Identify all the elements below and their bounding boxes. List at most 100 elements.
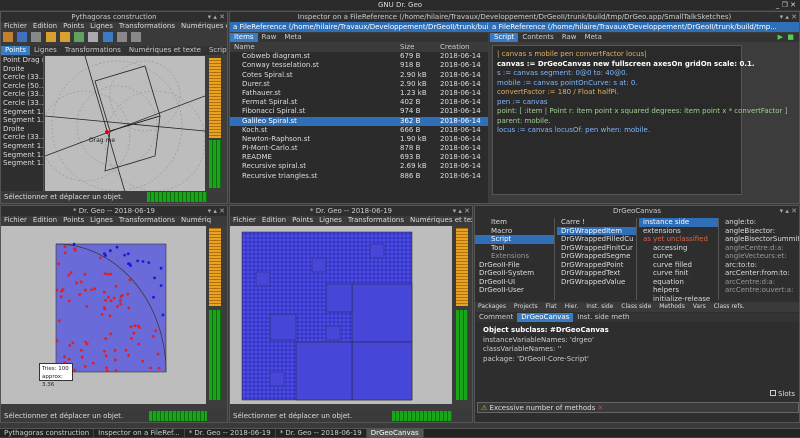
package-item[interactable]: DrGeoII-User (475, 286, 554, 295)
table-row[interactable]: Fermat Spiral.st 402 B 2018-06-14 (230, 98, 488, 107)
scroll-indicator-orange[interactable] (456, 228, 468, 306)
scroll-indicator-orange[interactable] (209, 228, 221, 306)
method-item[interactable]: arc:to:to: (721, 261, 799, 270)
tab-script[interactable]: Script (205, 46, 227, 55)
protocol-item[interactable]: extensions (639, 227, 718, 236)
toolbar-flat[interactable]: Flat (543, 303, 560, 310)
zoom-slider[interactable] (147, 192, 207, 202)
tab-comment[interactable]: Comment (475, 313, 517, 322)
list-item[interactable]: Cercle (33.. (1, 133, 43, 142)
squares-canvas[interactable] (230, 226, 452, 404)
package-item[interactable]: DrGeoII-UI (475, 278, 554, 287)
list-item[interactable]: Droite (1, 65, 43, 74)
save-icon[interactable] (17, 32, 28, 42)
table-row[interactable]: Newton-Raphson.st 1.90 kB 2018-06-14 (230, 135, 488, 144)
table-row[interactable]: PI-Mont-Carlo.st 878 B 2018-06-14 (230, 144, 488, 153)
list-item[interactable]: Segment 1.. (1, 142, 43, 151)
table-row[interactable]: Cobweb diagram.st 679 B 2018-06-14 (230, 52, 488, 61)
menu-numeriques[interactable]: Numériques et texte (407, 216, 472, 224)
protocol-item[interactable]: curve (639, 252, 718, 261)
table-row[interactable]: README 693 B 2018-06-14 (230, 153, 488, 162)
menu-fichier[interactable]: Fichier (230, 216, 259, 224)
class-item[interactable]: DrGWrappedValue (557, 278, 636, 287)
grid-icon[interactable] (74, 32, 85, 42)
tab-lignes[interactable]: Lignes (30, 46, 61, 55)
tab-meta-right[interactable]: Meta (581, 33, 606, 42)
package-item[interactable]: Macro (475, 227, 554, 236)
menu-points[interactable]: Points (60, 22, 87, 30)
select-icon[interactable] (102, 32, 113, 42)
table-row[interactable]: Galileo Spiral.st 362 B 2018-06-14 (230, 116, 488, 126)
path-right[interactable]: a FileReference (/home/hilaire/Travaux/D… (492, 22, 797, 32)
table-row[interactable]: Durer.st 2.90 kB 2018-06-14 (230, 80, 488, 89)
zoom-slider[interactable] (392, 411, 452, 421)
menu-lignes[interactable]: Lignes (87, 216, 116, 224)
tab-meta[interactable]: Meta (280, 33, 305, 42)
list-item[interactable]: Segment 1.. (1, 151, 43, 160)
open-icon[interactable] (3, 32, 13, 42)
tab-drgeocanvas[interactable]: DrGeoCanvas (517, 313, 574, 322)
list-item[interactable]: Droite (1, 125, 43, 134)
menu-numeriques[interactable]: Numériques et tex (178, 22, 227, 30)
package-item[interactable]: DrGeoII-File (475, 261, 554, 270)
menu-points[interactable]: Points (289, 216, 316, 224)
scroll-indicator-green[interactable] (456, 310, 468, 400)
zoom-slider[interactable] (149, 411, 207, 421)
method-item[interactable]: arcCentre:d:a: (721, 278, 799, 287)
scroll-indicator-green[interactable] (209, 140, 221, 188)
tab-raw-right[interactable]: Raw (558, 33, 581, 42)
method-item[interactable]: arcCenter:from:to: (721, 269, 799, 278)
menu-numeriques[interactable]: Numériq (178, 216, 214, 224)
menu-edition[interactable]: Édition (30, 216, 60, 224)
protocol-item[interactable]: helpers (639, 286, 718, 295)
method-item[interactable]: angleVecteurs:et: (721, 252, 799, 261)
table-row[interactable]: Recursive spiral.st 2.69 kB 2018-06-14 (230, 162, 488, 171)
toolbar-class-side[interactable]: Class side (618, 303, 654, 310)
class-item[interactable]: DrGWrappedText (557, 269, 636, 278)
class-item[interactable]: DrGWrappedPoint (557, 261, 636, 270)
package-item[interactable]: DrGeoII-System (475, 269, 554, 278)
window-controls[interactable]: _ ❐ ✕ (776, 0, 796, 10)
script-editor[interactable]: | canvas s mobile pen convertFactor locu… (492, 45, 787, 195)
path-left[interactable]: a FileReference (/home/hilaire/Travaux/D… (233, 22, 488, 32)
table-row[interactable]: Conway tesselation.st 918 B 2018-06-14 (230, 61, 488, 70)
tab-script[interactable]: Script (490, 33, 519, 42)
list-item[interactable]: Cercle (33.. (1, 73, 43, 82)
tab-inst-side-meth[interactable]: Inst. side meth (573, 313, 633, 322)
method-item[interactable]: arcCentre:ouvert:a: (721, 286, 799, 295)
toolbar-vars[interactable]: Vars (690, 303, 709, 310)
scroll-indicator-orange[interactable] (209, 58, 221, 138)
package-item[interactable]: Tool (475, 244, 554, 253)
protocol-item[interactable]: as yet unclassified (639, 235, 718, 244)
redo-icon[interactable] (59, 32, 70, 42)
class-item[interactable]: DrGWrappedFilledCu (557, 235, 636, 244)
menu-transformations[interactable]: Transformations (116, 216, 178, 224)
method-item[interactable]: angleBisector: (721, 227, 799, 236)
list-item[interactable]: Point Drag me (1, 56, 43, 65)
toolbar-class-refs[interactable]: Class refs. (711, 303, 748, 310)
toolbar-projects[interactable]: Projects (511, 303, 541, 310)
tab-raw[interactable]: Raw (258, 33, 281, 42)
package-item[interactable]: Item (475, 218, 554, 227)
menu-lignes[interactable]: Lignes (87, 22, 116, 30)
menu-fichier[interactable]: Fichier (1, 216, 30, 224)
toolbar-hier[interactable]: Hier. (562, 303, 582, 310)
protocol-item[interactable]: accessing (639, 244, 718, 253)
list-item[interactable]: Cercle (33.. (1, 99, 43, 108)
axes-icon[interactable] (88, 32, 99, 42)
menu-transformations[interactable]: Transformations (345, 216, 407, 224)
tab-items[interactable]: Items (230, 33, 258, 42)
table-row[interactable]: Recursive triangles.st 886 B 2018-06-14 (230, 172, 488, 181)
menu-transformations[interactable]: Transformations (116, 22, 178, 30)
tab-transformations[interactable]: Transformations (61, 46, 125, 55)
list-item[interactable]: Segment 1.. (1, 159, 43, 168)
protocol-item[interactable]: equation (639, 278, 718, 287)
source-editor[interactable]: Object subclass: #DrGeoCanvas instanceVa… (475, 323, 799, 383)
drag-point[interactable] (105, 130, 109, 134)
tab-points[interactable]: Points (1, 46, 31, 55)
class-item[interactable]: DrGWrappedFinitCur (557, 244, 636, 253)
menu-edition[interactable]: Édition (30, 22, 60, 30)
menu-lignes[interactable]: Lignes (316, 216, 345, 224)
geometry-canvas[interactable]: Drag me (45, 56, 205, 192)
scroll-indicator-green[interactable] (209, 310, 221, 400)
